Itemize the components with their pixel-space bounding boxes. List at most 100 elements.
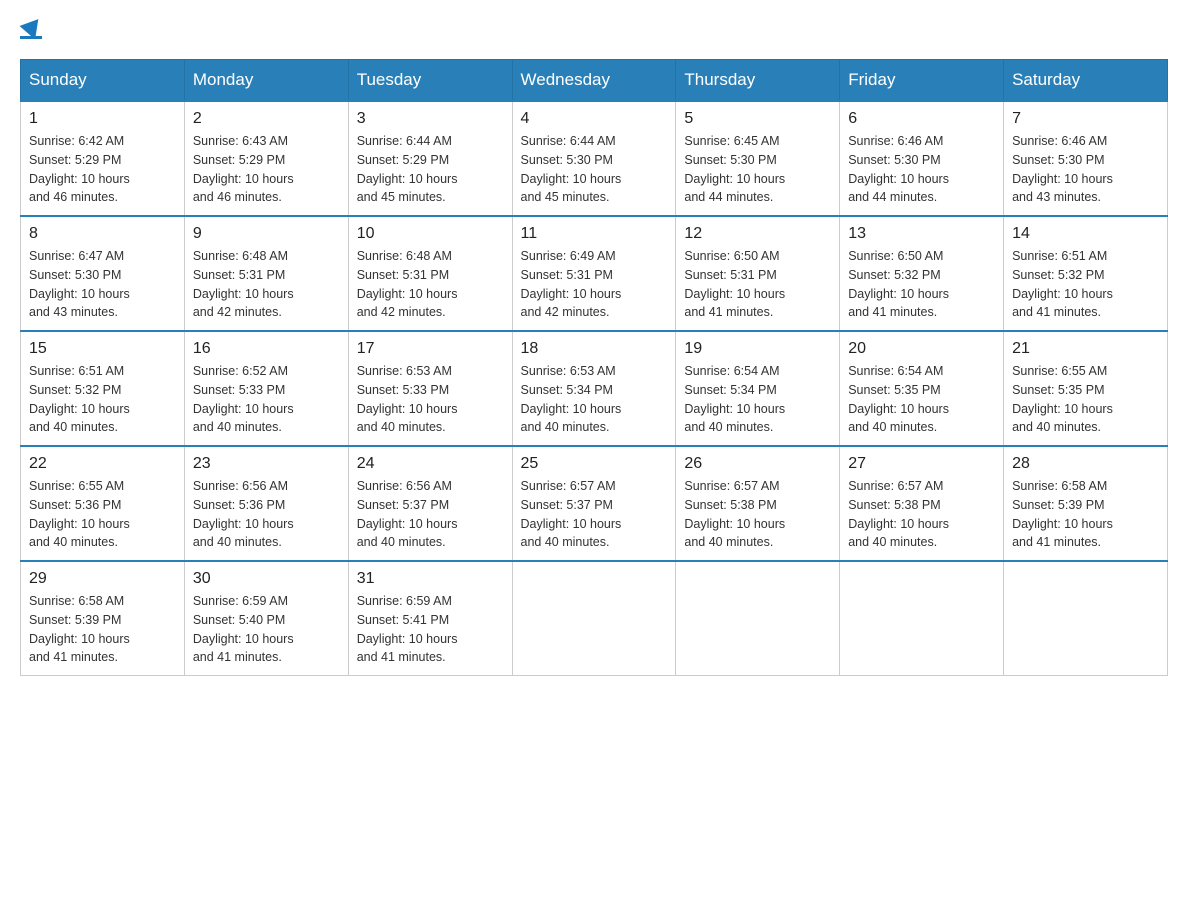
calendar-cell: 4 Sunrise: 6:44 AM Sunset: 5:30 PM Dayli… <box>512 101 676 216</box>
calendar-cell: 3 Sunrise: 6:44 AM Sunset: 5:29 PM Dayli… <box>348 101 512 216</box>
day-number: 20 <box>848 340 995 358</box>
day-number: 21 <box>1012 340 1159 358</box>
day-info: Sunrise: 6:46 AM Sunset: 5:30 PM Dayligh… <box>848 132 995 207</box>
day-info: Sunrise: 6:50 AM Sunset: 5:32 PM Dayligh… <box>848 247 995 322</box>
day-info: Sunrise: 6:54 AM Sunset: 5:34 PM Dayligh… <box>684 362 831 437</box>
calendar-cell: 22 Sunrise: 6:55 AM Sunset: 5:36 PM Dayl… <box>21 446 185 561</box>
day-info: Sunrise: 6:57 AM Sunset: 5:37 PM Dayligh… <box>521 477 668 552</box>
day-of-week-thursday: Thursday <box>676 60 840 102</box>
logo-blue-part <box>20 20 42 38</box>
calendar-cell: 26 Sunrise: 6:57 AM Sunset: 5:38 PM Dayl… <box>676 446 840 561</box>
calendar-cell: 1 Sunrise: 6:42 AM Sunset: 5:29 PM Dayli… <box>21 101 185 216</box>
calendar-table: SundayMondayTuesdayWednesdayThursdayFrid… <box>20 59 1168 676</box>
calendar-cell: 30 Sunrise: 6:59 AM Sunset: 5:40 PM Dayl… <box>184 561 348 676</box>
calendar-cell: 2 Sunrise: 6:43 AM Sunset: 5:29 PM Dayli… <box>184 101 348 216</box>
day-number: 11 <box>521 225 668 243</box>
day-info: Sunrise: 6:44 AM Sunset: 5:29 PM Dayligh… <box>357 132 504 207</box>
day-info: Sunrise: 6:55 AM Sunset: 5:36 PM Dayligh… <box>29 477 176 552</box>
calendar-cell: 23 Sunrise: 6:56 AM Sunset: 5:36 PM Dayl… <box>184 446 348 561</box>
calendar-cell: 28 Sunrise: 6:58 AM Sunset: 5:39 PM Dayl… <box>1004 446 1168 561</box>
day-info: Sunrise: 6:51 AM Sunset: 5:32 PM Dayligh… <box>29 362 176 437</box>
day-info: Sunrise: 6:59 AM Sunset: 5:41 PM Dayligh… <box>357 592 504 667</box>
calendar-cell <box>512 561 676 676</box>
calendar-cell: 5 Sunrise: 6:45 AM Sunset: 5:30 PM Dayli… <box>676 101 840 216</box>
day-info: Sunrise: 6:43 AM Sunset: 5:29 PM Dayligh… <box>193 132 340 207</box>
day-number: 1 <box>29 110 176 128</box>
logo-triangle-icon <box>20 19 45 43</box>
day-number: 13 <box>848 225 995 243</box>
day-number: 25 <box>521 455 668 473</box>
day-info: Sunrise: 6:44 AM Sunset: 5:30 PM Dayligh… <box>521 132 668 207</box>
calendar-header-row: SundayMondayTuesdayWednesdayThursdayFrid… <box>21 60 1168 102</box>
calendar-cell: 24 Sunrise: 6:56 AM Sunset: 5:37 PM Dayl… <box>348 446 512 561</box>
day-info: Sunrise: 6:58 AM Sunset: 5:39 PM Dayligh… <box>29 592 176 667</box>
day-info: Sunrise: 6:48 AM Sunset: 5:31 PM Dayligh… <box>193 247 340 322</box>
day-number: 12 <box>684 225 831 243</box>
day-number: 18 <box>521 340 668 358</box>
day-number: 31 <box>357 570 504 588</box>
calendar-cell: 29 Sunrise: 6:58 AM Sunset: 5:39 PM Dayl… <box>21 561 185 676</box>
day-number: 2 <box>193 110 340 128</box>
day-number: 8 <box>29 225 176 243</box>
day-info: Sunrise: 6:45 AM Sunset: 5:30 PM Dayligh… <box>684 132 831 207</box>
day-info: Sunrise: 6:54 AM Sunset: 5:35 PM Dayligh… <box>848 362 995 437</box>
day-number: 26 <box>684 455 831 473</box>
day-number: 29 <box>29 570 176 588</box>
calendar-cell: 31 Sunrise: 6:59 AM Sunset: 5:41 PM Dayl… <box>348 561 512 676</box>
day-of-week-monday: Monday <box>184 60 348 102</box>
calendar-cell <box>1004 561 1168 676</box>
day-number: 3 <box>357 110 504 128</box>
day-info: Sunrise: 6:46 AM Sunset: 5:30 PM Dayligh… <box>1012 132 1159 207</box>
calendar-cell: 7 Sunrise: 6:46 AM Sunset: 5:30 PM Dayli… <box>1004 101 1168 216</box>
calendar-week-row: 22 Sunrise: 6:55 AM Sunset: 5:36 PM Dayl… <box>21 446 1168 561</box>
calendar-cell: 6 Sunrise: 6:46 AM Sunset: 5:30 PM Dayli… <box>840 101 1004 216</box>
calendar-cell: 9 Sunrise: 6:48 AM Sunset: 5:31 PM Dayli… <box>184 216 348 331</box>
day-info: Sunrise: 6:57 AM Sunset: 5:38 PM Dayligh… <box>848 477 995 552</box>
calendar-cell: 11 Sunrise: 6:49 AM Sunset: 5:31 PM Dayl… <box>512 216 676 331</box>
day-info: Sunrise: 6:58 AM Sunset: 5:39 PM Dayligh… <box>1012 477 1159 552</box>
day-number: 16 <box>193 340 340 358</box>
day-info: Sunrise: 6:47 AM Sunset: 5:30 PM Dayligh… <box>29 247 176 322</box>
day-info: Sunrise: 6:56 AM Sunset: 5:36 PM Dayligh… <box>193 477 340 552</box>
day-number: 23 <box>193 455 340 473</box>
day-of-week-sunday: Sunday <box>21 60 185 102</box>
day-number: 22 <box>29 455 176 473</box>
day-info: Sunrise: 6:59 AM Sunset: 5:40 PM Dayligh… <box>193 592 340 667</box>
calendar-cell: 19 Sunrise: 6:54 AM Sunset: 5:34 PM Dayl… <box>676 331 840 446</box>
calendar-week-row: 29 Sunrise: 6:58 AM Sunset: 5:39 PM Dayl… <box>21 561 1168 676</box>
day-info: Sunrise: 6:52 AM Sunset: 5:33 PM Dayligh… <box>193 362 340 437</box>
day-of-week-tuesday: Tuesday <box>348 60 512 102</box>
day-number: 28 <box>1012 455 1159 473</box>
day-number: 27 <box>848 455 995 473</box>
calendar-cell: 21 Sunrise: 6:55 AM Sunset: 5:35 PM Dayl… <box>1004 331 1168 446</box>
calendar-cell: 15 Sunrise: 6:51 AM Sunset: 5:32 PM Dayl… <box>21 331 185 446</box>
day-of-week-friday: Friday <box>840 60 1004 102</box>
calendar-cell: 10 Sunrise: 6:48 AM Sunset: 5:31 PM Dayl… <box>348 216 512 331</box>
day-info: Sunrise: 6:48 AM Sunset: 5:31 PM Dayligh… <box>357 247 504 322</box>
day-number: 4 <box>521 110 668 128</box>
day-number: 15 <box>29 340 176 358</box>
calendar-week-row: 15 Sunrise: 6:51 AM Sunset: 5:32 PM Dayl… <box>21 331 1168 446</box>
calendar-cell: 12 Sunrise: 6:50 AM Sunset: 5:31 PM Dayl… <box>676 216 840 331</box>
calendar-cell: 17 Sunrise: 6:53 AM Sunset: 5:33 PM Dayl… <box>348 331 512 446</box>
day-number: 7 <box>1012 110 1159 128</box>
day-number: 5 <box>684 110 831 128</box>
logo <box>20 20 42 39</box>
day-info: Sunrise: 6:53 AM Sunset: 5:33 PM Dayligh… <box>357 362 504 437</box>
day-info: Sunrise: 6:51 AM Sunset: 5:32 PM Dayligh… <box>1012 247 1159 322</box>
day-info: Sunrise: 6:53 AM Sunset: 5:34 PM Dayligh… <box>521 362 668 437</box>
calendar-cell: 8 Sunrise: 6:47 AM Sunset: 5:30 PM Dayli… <box>21 216 185 331</box>
day-number: 14 <box>1012 225 1159 243</box>
calendar-week-row: 1 Sunrise: 6:42 AM Sunset: 5:29 PM Dayli… <box>21 101 1168 216</box>
day-info: Sunrise: 6:42 AM Sunset: 5:29 PM Dayligh… <box>29 132 176 207</box>
day-info: Sunrise: 6:56 AM Sunset: 5:37 PM Dayligh… <box>357 477 504 552</box>
page-header <box>20 20 1168 39</box>
day-number: 30 <box>193 570 340 588</box>
day-info: Sunrise: 6:50 AM Sunset: 5:31 PM Dayligh… <box>684 247 831 322</box>
day-number: 9 <box>193 225 340 243</box>
calendar-cell: 27 Sunrise: 6:57 AM Sunset: 5:38 PM Dayl… <box>840 446 1004 561</box>
day-number: 10 <box>357 225 504 243</box>
calendar-cell: 25 Sunrise: 6:57 AM Sunset: 5:37 PM Dayl… <box>512 446 676 561</box>
day-number: 19 <box>684 340 831 358</box>
calendar-cell: 16 Sunrise: 6:52 AM Sunset: 5:33 PM Dayl… <box>184 331 348 446</box>
